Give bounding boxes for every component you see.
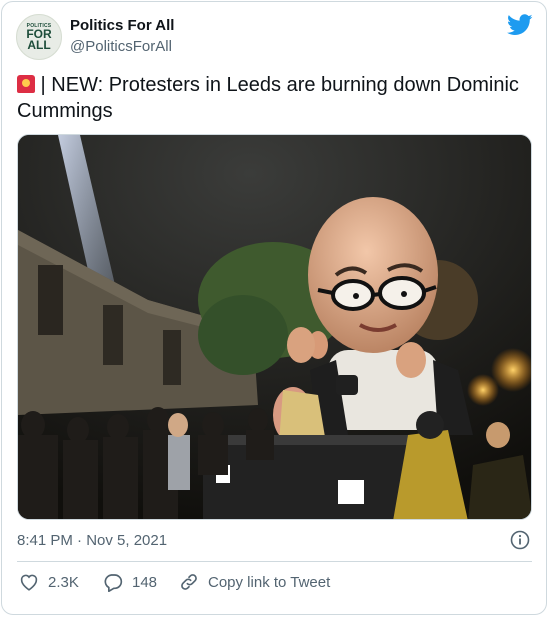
rotating-light-icon — [17, 75, 35, 93]
like-count: 2.3K — [48, 573, 79, 591]
building-window — [103, 305, 123, 365]
parade-float — [203, 435, 413, 519]
twitter-bird-icon[interactable] — [507, 14, 533, 36]
avatar[interactable]: POLITICS FOR ALL — [16, 14, 62, 60]
avatar-text-bottom: ALL — [27, 38, 51, 52]
reply-count: 148 — [132, 573, 158, 591]
building-window — [163, 330, 181, 385]
effigy-hand — [287, 327, 315, 363]
like-button[interactable]: 2.3K — [19, 571, 79, 593]
reply-button[interactable]: 148 — [103, 571, 157, 593]
tweet-photo[interactable] — [17, 134, 532, 520]
copy-link-button[interactable]: Copy link to Tweet — [179, 571, 330, 593]
copy-link-label: Copy link to Tweet — [208, 573, 331, 591]
info-icon[interactable] — [510, 530, 530, 550]
person-grey-trousers — [168, 435, 190, 490]
microphone — [336, 375, 358, 395]
effigy-hand — [396, 342, 426, 378]
link-icon — [181, 574, 197, 590]
tweet-body: | NEW: Protesters in Leeds are burning d… — [17, 74, 519, 122]
effigy-glasses-left — [331, 279, 375, 311]
building-window — [38, 265, 63, 335]
account-name[interactable]: Politics For All — [70, 17, 174, 34]
divider — [17, 561, 532, 562]
reply-bubble-icon — [104, 573, 123, 592]
tweet-timestamp[interactable]: 8:41 PM · Nov 5, 2021 — [17, 532, 167, 549]
account-handle[interactable]: @PoliticsForAll — [70, 38, 172, 55]
heart-icon — [20, 574, 38, 591]
protest-photo-illustration — [18, 135, 531, 519]
tweet-text: | NEW: Protesters in Leeds are burning d… — [17, 72, 532, 124]
